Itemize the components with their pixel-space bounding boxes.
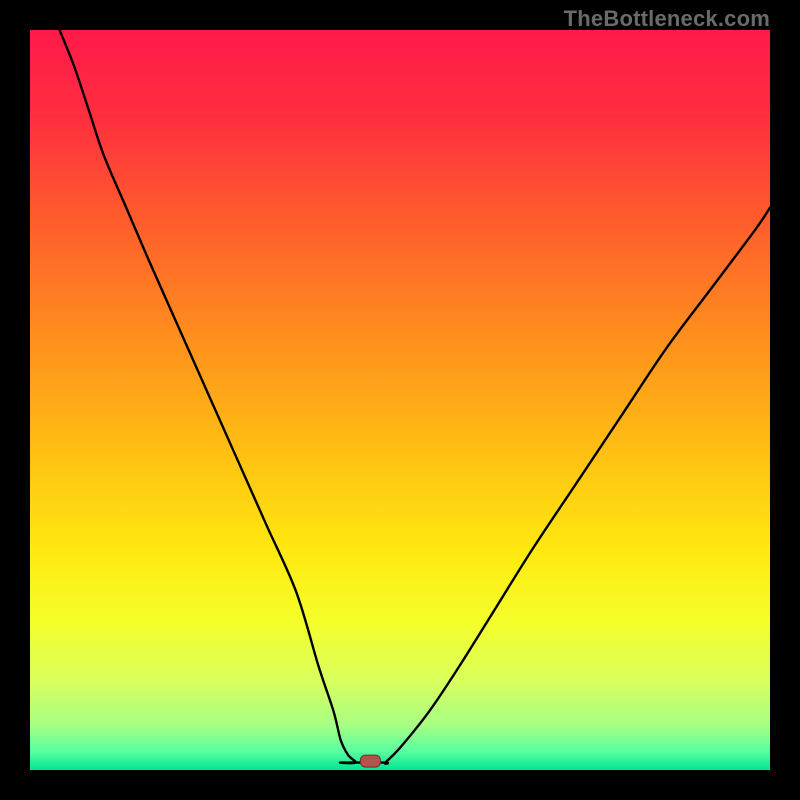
chart-frame: TheBottleneck.com (0, 0, 800, 800)
plot-area (30, 30, 770, 770)
current-config-marker (360, 755, 380, 767)
bottleneck-chart-svg (30, 30, 770, 770)
gradient-background (30, 30, 770, 770)
watermark-label: TheBottleneck.com (564, 6, 770, 32)
